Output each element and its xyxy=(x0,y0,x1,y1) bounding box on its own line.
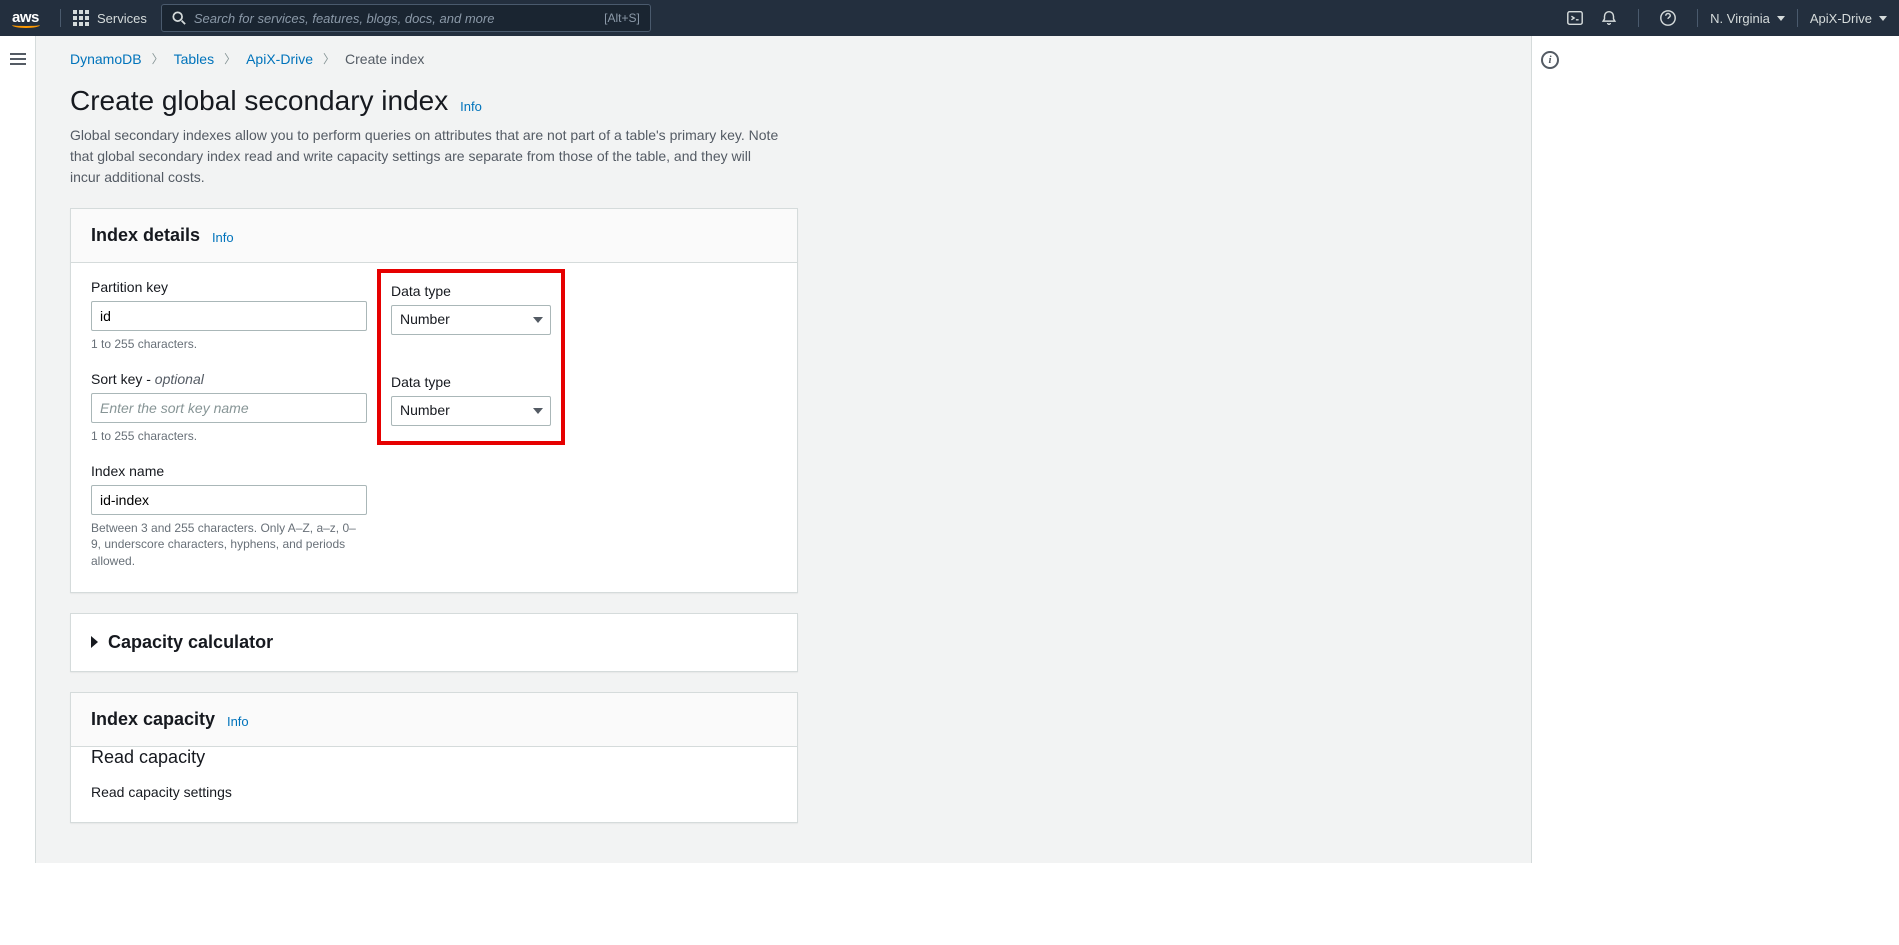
index-name-input[interactable] xyxy=(91,485,367,515)
info-icon: i xyxy=(1541,51,1559,69)
caret-down-icon xyxy=(1777,16,1785,21)
info-link[interactable]: Info xyxy=(212,230,234,245)
partition-key-label: Partition key xyxy=(91,279,367,295)
index-name-hint: Between 3 and 255 characters. Only A–Z, … xyxy=(91,520,357,570)
chevron-right-icon: 〉 xyxy=(152,50,164,67)
services-label: Services xyxy=(97,11,147,26)
region-selector[interactable]: N. Virginia xyxy=(1710,11,1785,26)
page-header: Create global secondary index Info Globa… xyxy=(70,85,1515,188)
panel-title: Index details xyxy=(91,225,200,246)
breadcrumb-tables[interactable]: Tables xyxy=(174,51,214,67)
divider xyxy=(60,9,61,27)
panel-title: Index capacity xyxy=(91,709,215,730)
sort-key-datatype-select[interactable]: Number xyxy=(391,396,551,426)
content-area: DynamoDB 〉 Tables 〉 ApiX-Drive 〉 Create … xyxy=(36,36,1532,863)
sort-key-input[interactable] xyxy=(91,393,367,423)
sort-key-hint: 1 to 255 characters. xyxy=(91,428,367,445)
highlight-annotation: Data type Number Data type Number xyxy=(377,269,565,445)
search-shortcut: [Alt+S] xyxy=(604,11,640,25)
divider xyxy=(1697,9,1698,27)
chevron-right-icon: 〉 xyxy=(323,50,335,67)
panel-index-capacity: Index capacity Info Read capacity Read c… xyxy=(70,692,798,823)
services-menu-button[interactable]: Services xyxy=(73,10,147,26)
panel-index-details: Index details Info Partition key 1 to 25… xyxy=(70,208,798,593)
capacity-calculator-toggle[interactable]: Capacity calculator xyxy=(71,614,797,671)
info-link[interactable]: Info xyxy=(227,714,249,729)
breadcrumb: DynamoDB 〉 Tables 〉 ApiX-Drive 〉 Create … xyxy=(70,50,1515,67)
partition-key-datatype-select[interactable]: Number xyxy=(391,305,551,335)
cloudshell-icon[interactable] xyxy=(1566,9,1584,27)
partition-key-input[interactable] xyxy=(91,301,367,331)
breadcrumb-dynamodb[interactable]: DynamoDB xyxy=(70,51,142,67)
sort-key-datatype-label: Data type xyxy=(391,374,551,390)
grid-icon xyxy=(73,10,89,26)
aws-logo[interactable]: aws xyxy=(12,9,40,28)
chevron-right-icon: 〉 xyxy=(224,50,236,67)
panel-header: Index capacity Info xyxy=(71,693,797,747)
breadcrumb-table-name[interactable]: ApiX-Drive xyxy=(246,51,313,67)
capacity-calculator-title: Capacity calculator xyxy=(108,632,273,653)
help-icon[interactable] xyxy=(1659,9,1677,27)
search-input[interactable] xyxy=(194,11,604,26)
top-navbar: aws Services [Alt+S] N. Virgini xyxy=(0,0,1899,36)
info-link[interactable]: Info xyxy=(460,99,482,114)
info-panel-toggle[interactable]: i xyxy=(1532,36,1568,863)
read-capacity-settings-label: Read capacity settings xyxy=(91,784,777,800)
search-icon xyxy=(172,11,186,25)
account-selector[interactable]: ApiX-Drive xyxy=(1810,11,1887,26)
partition-key-hint: 1 to 255 characters. xyxy=(91,336,367,353)
panel-capacity-calculator: Capacity calculator xyxy=(70,613,798,672)
notifications-icon[interactable] xyxy=(1600,9,1618,27)
caret-down-icon xyxy=(1879,16,1887,21)
account-label: ApiX-Drive xyxy=(1810,11,1872,26)
page-title: Create global secondary index xyxy=(70,85,448,117)
region-label: N. Virginia xyxy=(1710,11,1770,26)
hamburger-icon xyxy=(10,50,26,68)
breadcrumb-current: Create index xyxy=(345,51,424,67)
divider xyxy=(1797,9,1798,27)
panel-header: Index details Info xyxy=(71,209,797,263)
sort-key-label: Sort key - optional xyxy=(91,371,367,387)
partition-key-datatype-label: Data type xyxy=(391,283,551,299)
divider xyxy=(1638,9,1639,27)
index-name-label: Index name xyxy=(91,463,367,479)
caret-right-icon xyxy=(91,636,98,648)
search-box[interactable]: [Alt+S] xyxy=(161,4,651,32)
sidebar-toggle[interactable] xyxy=(0,36,36,863)
page-description: Global secondary indexes allow you to pe… xyxy=(70,125,780,188)
read-capacity-heading: Read capacity xyxy=(91,747,777,768)
